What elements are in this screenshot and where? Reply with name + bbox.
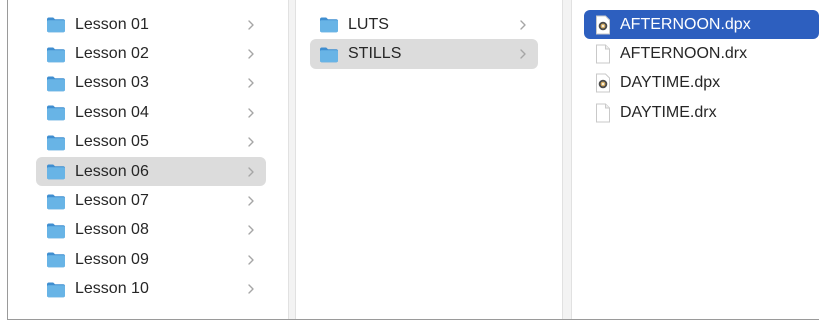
- chevron-right-icon: [246, 106, 256, 120]
- chevron-right-icon: [246, 282, 256, 296]
- chevron-right-icon: [518, 18, 528, 32]
- folder-label: Lesson 04: [75, 103, 149, 121]
- chevron-right-icon: [246, 165, 256, 179]
- chevron-right-icon: [246, 47, 256, 61]
- folder-label: Lesson 06: [75, 162, 149, 180]
- folder-row-selected[interactable]: Lesson 06: [36, 156, 266, 187]
- column-lessons[interactable]: Lesson 01 Lesson 02 Lesson 03 Lesson 04: [8, 0, 288, 319]
- folder-label: Lesson 07: [75, 192, 149, 210]
- file-row[interactable]: DAYTIME.dpx: [584, 69, 819, 98]
- folder-label: STILLS: [348, 45, 402, 63]
- file-row[interactable]: AFTERNOON.drx: [584, 39, 819, 68]
- column-resize-handle[interactable]: [562, 0, 572, 319]
- dpx-file-icon: [595, 15, 611, 35]
- file-label: AFTERNOON.dpx: [620, 15, 751, 33]
- folder-icon: [319, 46, 339, 63]
- lesson-contents-list: LUTS STILLS: [296, 10, 552, 69]
- folder-label: Lesson 08: [75, 221, 149, 239]
- folder-label: Lesson 05: [75, 133, 149, 151]
- finder-column-browser: Lesson 01 Lesson 02 Lesson 03 Lesson 04: [0, 0, 819, 320]
- dpx-file-icon: [595, 73, 611, 93]
- file-row[interactable]: DAYTIME.drx: [584, 98, 819, 127]
- folder-row[interactable]: Lesson 02: [36, 39, 266, 68]
- folder-row[interactable]: Lesson 09: [36, 245, 266, 274]
- file-label: AFTERNOON.drx: [620, 45, 748, 63]
- document-icon: [595, 44, 611, 64]
- folder-icon: [319, 16, 339, 33]
- chevron-right-icon: [246, 76, 256, 90]
- file-row-selected[interactable]: AFTERNOON.dpx: [584, 10, 819, 40]
- folder-row[interactable]: Lesson 08: [36, 216, 266, 245]
- document-icon: [595, 103, 611, 123]
- folder-row[interactable]: Lesson 03: [36, 69, 266, 98]
- chevron-right-icon: [246, 253, 256, 267]
- folder-icon: [46, 134, 66, 151]
- folder-icon: [46, 16, 66, 33]
- folder-icon: [46, 46, 66, 63]
- folder-row[interactable]: Lesson 04: [36, 98, 266, 127]
- folder-icon: [46, 163, 66, 180]
- folder-label: Lesson 01: [75, 15, 149, 33]
- folder-row[interactable]: LUTS: [310, 10, 538, 39]
- chevron-right-icon: [246, 194, 256, 208]
- chevron-right-icon: [518, 47, 528, 61]
- lessons-list: Lesson 01 Lesson 02 Lesson 03 Lesson 04: [8, 10, 288, 304]
- chevron-right-icon: [246, 18, 256, 32]
- folder-label: Lesson 09: [75, 250, 149, 268]
- folder-label: LUTS: [348, 15, 389, 33]
- folder-icon: [46, 251, 66, 268]
- folder-label: Lesson 02: [75, 45, 149, 63]
- folder-row[interactable]: Lesson 05: [36, 128, 266, 157]
- file-label: DAYTIME.dpx: [620, 74, 721, 92]
- stills-list: AFTERNOON.dpx AFTERNOON.drx DAYTIME.dpx …: [572, 10, 819, 128]
- chevron-right-icon: [246, 223, 256, 237]
- folder-icon: [46, 193, 66, 210]
- folder-label: Lesson 03: [75, 74, 149, 92]
- folder-icon: [46, 222, 66, 239]
- folder-row[interactable]: Lesson 07: [36, 186, 266, 215]
- folder-icon: [46, 104, 66, 121]
- file-label: DAYTIME.drx: [620, 103, 717, 121]
- folder-row[interactable]: Lesson 01: [36, 10, 266, 39]
- folder-icon: [46, 281, 66, 298]
- folder-icon: [46, 75, 66, 92]
- folder-row-selected[interactable]: STILLS: [310, 39, 538, 69]
- column-resize-handle[interactable]: [288, 0, 296, 319]
- column-stills[interactable]: AFTERNOON.dpx AFTERNOON.drx DAYTIME.dpx …: [572, 0, 819, 319]
- folder-label: Lesson 10: [75, 280, 149, 298]
- chevron-right-icon: [246, 135, 256, 149]
- folder-row[interactable]: Lesson 10: [36, 275, 266, 304]
- column-lesson-contents[interactable]: LUTS STILLS: [296, 0, 552, 319]
